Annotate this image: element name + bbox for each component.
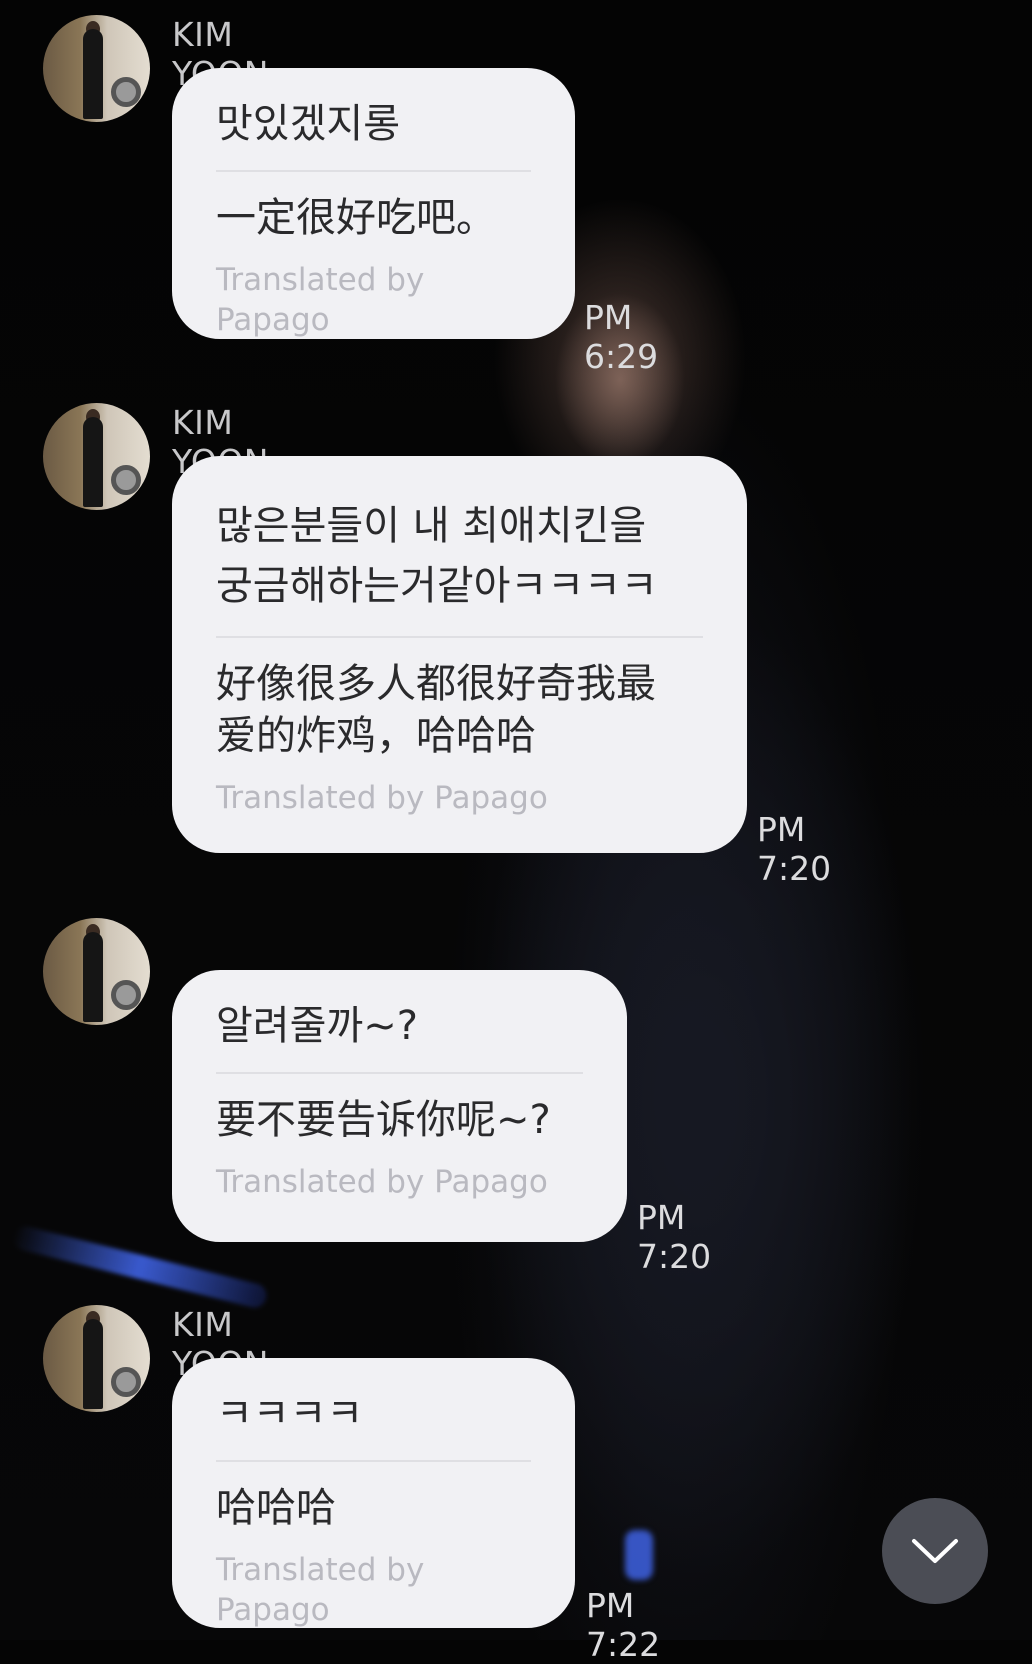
message-bubble[interactable]: ㅋㅋㅋㅋ 哈哈哈 Translated by Papago — [172, 1358, 575, 1628]
translation-divider — [216, 1460, 531, 1462]
translation-divider — [216, 636, 703, 638]
original-text: 많은분들이 내 최애치킨을 궁금해하는거같아ㅋㅋㅋㅋ — [216, 503, 658, 609]
translated-text: 要不要告诉你呢~? — [216, 1097, 551, 1143]
avatar-figure — [83, 417, 103, 507]
avatar[interactable] — [43, 918, 150, 1025]
background-light-spot — [625, 1530, 653, 1580]
translated-text: 哈哈哈 — [216, 1485, 336, 1531]
original-text: 맛있겠지롱 — [216, 101, 400, 147]
message-bubble[interactable]: 많은분들이 내 최애치킨을 궁금해하는거같아ㅋㅋㅋㅋ 好像很多人都很好奇我最 爱… — [172, 456, 747, 853]
message-bubble[interactable]: 맛있겠지롱 一定很好吃吧。 Translated by Papago — [172, 68, 575, 339]
translation-divider — [216, 170, 531, 172]
translated-text: 一定很好吃吧。 — [216, 195, 496, 241]
avatar-figure — [83, 932, 103, 1022]
message-time: PM 7:20 — [757, 810, 832, 888]
original-text: 알려줄까~? — [216, 1003, 418, 1049]
avatar[interactable] — [43, 403, 150, 510]
avatar-wheel — [111, 77, 141, 107]
avatar-wheel — [111, 980, 141, 1010]
chevron-down-icon — [912, 1539, 958, 1563]
avatar-wheel — [111, 1367, 141, 1397]
avatar-wheel — [111, 465, 141, 495]
translated-text: 好像很多人都很好奇我最 爱的炸鸡，哈哈哈 — [216, 661, 656, 759]
translation-credit: Translated by Papago — [216, 262, 425, 338]
translation-credit: Translated by Papago — [216, 780, 548, 816]
translation-credit: Translated by Papago — [216, 1164, 548, 1200]
message-bubble[interactable]: 알려줄까~? 要不要告诉你呢~? Translated by Papago — [172, 970, 627, 1242]
avatar-figure — [83, 1319, 103, 1409]
avatar[interactable] — [43, 1305, 150, 1412]
translation-divider — [216, 1072, 583, 1074]
message-time: PM 7:22 — [586, 1586, 661, 1664]
scroll-to-bottom-button[interactable] — [882, 1498, 988, 1604]
message-time: PM 7:20 — [637, 1198, 712, 1276]
avatar-figure — [83, 29, 103, 119]
translation-credit: Translated by Papago — [216, 1552, 425, 1628]
original-text: ㅋㅋㅋㅋ — [216, 1391, 364, 1437]
message-time: PM 6:29 — [584, 298, 659, 376]
avatar[interactable] — [43, 15, 150, 122]
